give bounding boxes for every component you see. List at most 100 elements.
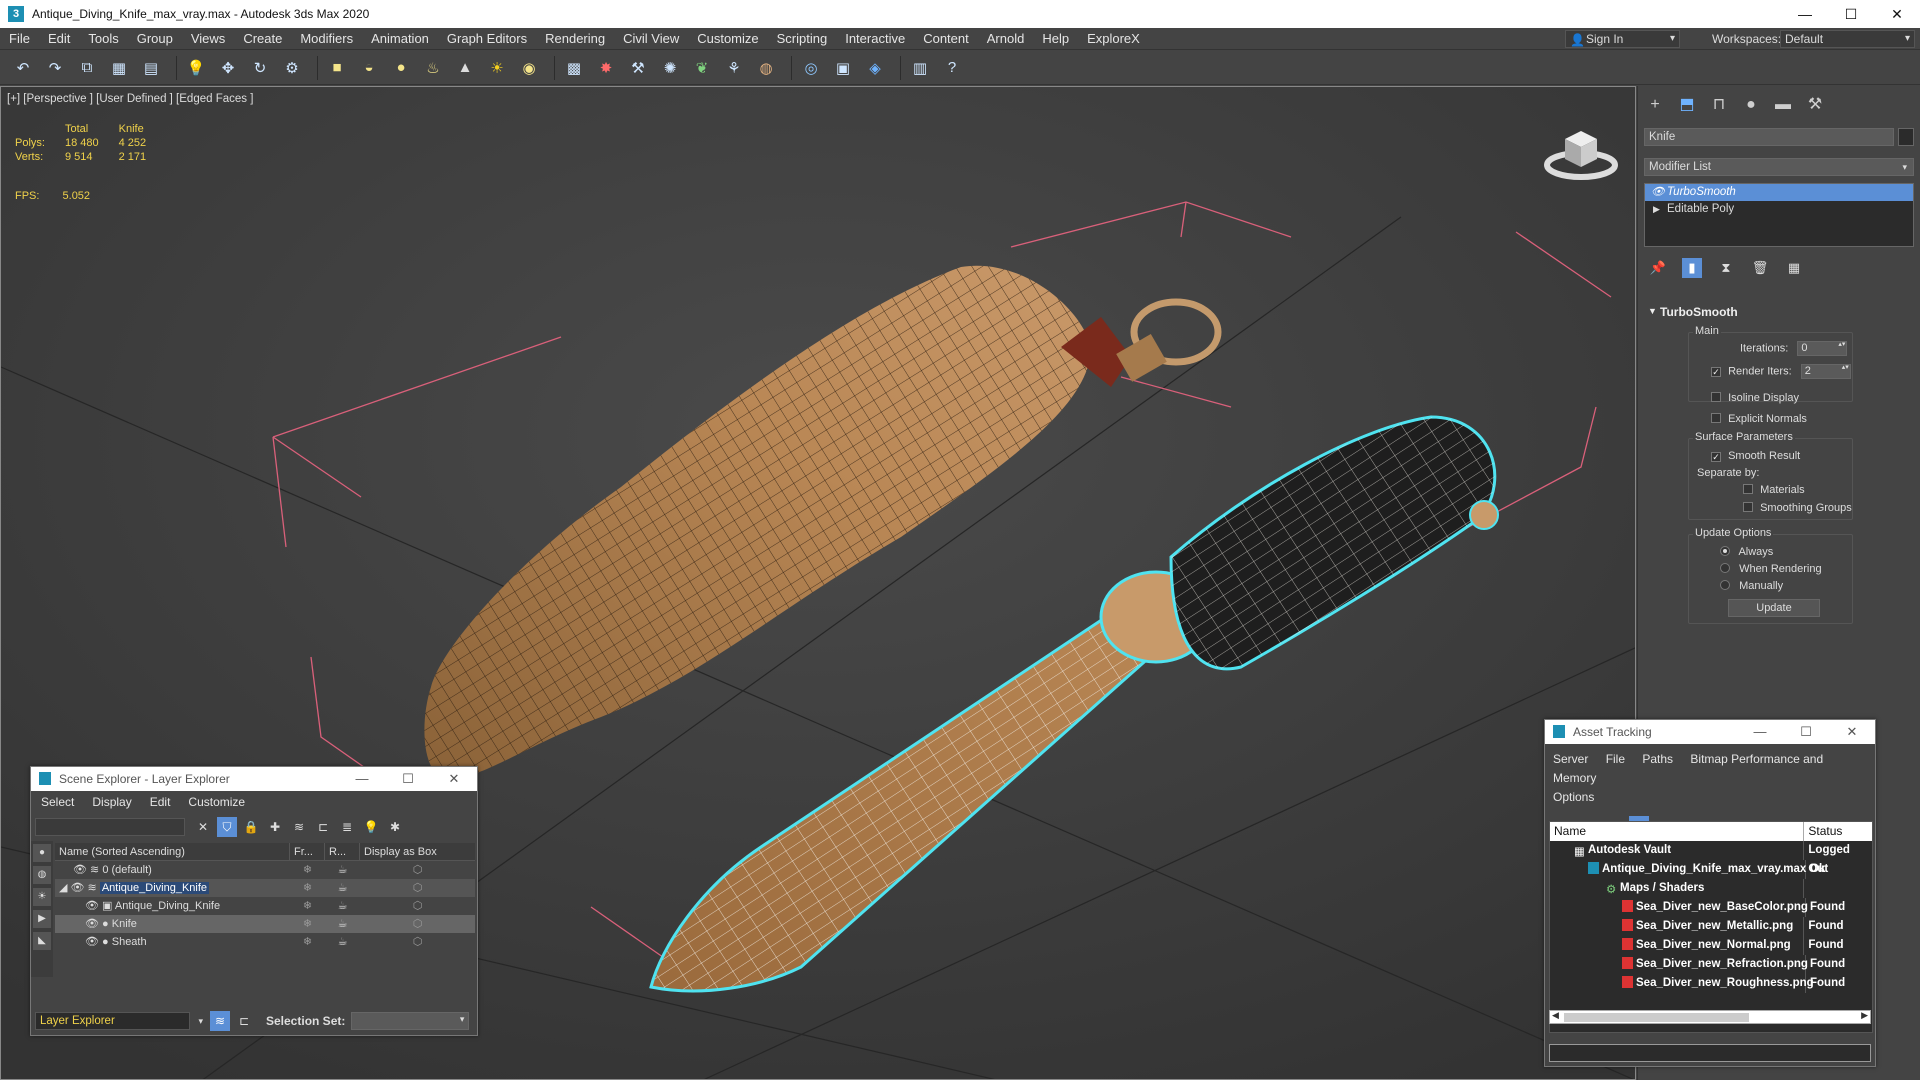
table-row[interactable]: ▦ Autodesk Vault Logged Out	[1550, 841, 1872, 875]
scroll-right-icon[interactable]: ▶	[1861, 1010, 1868, 1021]
table-row[interactable]: Sea_Diver_new_Roughness.png Found	[1550, 974, 1872, 993]
light-filter-icon[interactable]: 💡	[361, 817, 381, 837]
scale-icon[interactable]: ⚙	[279, 55, 305, 81]
freeze-icon[interactable]: ❄	[290, 933, 325, 951]
isoline-display-row[interactable]: Isoline Display	[1711, 392, 1799, 404]
light-icon[interactable]: ◉	[516, 55, 542, 81]
col-display-as-box[interactable]: Display as Box	[360, 843, 475, 860]
maximize-button[interactable]: ☐	[385, 767, 431, 791]
configure-sets-icon[interactable]: ▦	[1784, 258, 1804, 278]
box-icon[interactable]: ⬡	[360, 861, 475, 879]
render-icon[interactable]: ☕	[325, 915, 360, 933]
sign-in-dropdown[interactable]: 👤 Sign In ▾	[1565, 30, 1680, 48]
redo-icon[interactable]: ↷	[42, 55, 68, 81]
close-button[interactable]: ✕	[1874, 0, 1920, 28]
menu-customize[interactable]: Customize	[188, 795, 245, 809]
menu-options[interactable]: Options	[1553, 790, 1594, 804]
menu-display[interactable]: Display	[92, 795, 131, 809]
freeze-icon[interactable]: ❄	[290, 897, 325, 915]
eye-icon[interactable]: 👁	[1651, 184, 1665, 201]
menu-file[interactable]: File	[0, 31, 39, 46]
search-input[interactable]	[35, 818, 185, 836]
scene-explorer-titlebar[interactable]: Scene Explorer - Layer Explorer — ☐ ✕	[31, 767, 477, 791]
display-shapes-icon[interactable]: ◍	[33, 866, 51, 884]
when-rendering-row[interactable]: When Rendering	[1720, 563, 1822, 575]
explorer-type-dropdown[interactable]: Layer Explorer ▾	[35, 1012, 203, 1030]
cone-icon[interactable]: ▲	[452, 55, 478, 81]
table-row[interactable]: Antique_Diving_Knife_max_vray.max Ok	[1550, 860, 1872, 879]
menu-tools[interactable]: Tools	[79, 31, 127, 46]
table-row[interactable]: 👁 ● Sheath ❄ ☕ ⬡	[55, 933, 475, 951]
maximize-button[interactable]: ☐	[1783, 720, 1829, 744]
render-icon[interactable]: ◈	[862, 55, 888, 81]
make-unique-icon[interactable]: ⧗	[1716, 258, 1736, 278]
minimize-button[interactable]: —	[339, 767, 385, 791]
teapot-icon[interactable]: ♨	[420, 55, 446, 81]
display-helpers-icon[interactable]: ◣	[33, 932, 51, 950]
scroll-left-icon[interactable]: ◀	[1552, 1010, 1559, 1021]
menu-civil-view[interactable]: Civil View	[614, 31, 688, 46]
explicit-normals-row[interactable]: Explicit Normals	[1711, 413, 1807, 425]
table-row[interactable]: ◢ 👁 ≋ Antique_Diving_Knife ❄ ☕ ⬡	[55, 879, 475, 897]
close-button[interactable]: ✕	[1829, 720, 1875, 744]
always-row[interactable]: Always	[1720, 546, 1773, 558]
expand-arrow-icon[interactable]: ▶	[1653, 201, 1660, 218]
iterations-spinner[interactable]: 0	[1797, 341, 1848, 356]
display-cameras-icon[interactable]: ▶	[33, 910, 51, 928]
asset-tracking-titlebar[interactable]: Asset Tracking — ☐ ✕	[1545, 720, 1875, 744]
box-icon[interactable]: ■	[324, 55, 350, 81]
minimize-button[interactable]: —	[1737, 720, 1783, 744]
stack-icon[interactable]: ≣	[337, 817, 357, 837]
box-icon[interactable]: ⬡	[360, 933, 475, 951]
expand-arrow-icon[interactable]: ◢	[59, 882, 67, 894]
box-icon[interactable]: ⬡	[360, 879, 475, 897]
col-name[interactable]: Name	[1550, 822, 1805, 841]
menu-arnold[interactable]: Arnold	[978, 31, 1034, 46]
freeze-icon[interactable]: ❄	[290, 879, 325, 897]
unlink-icon[interactable]: ▦	[106, 55, 132, 81]
col-freeze[interactable]: Fr...	[290, 843, 325, 860]
sort-by-hierarchy-icon[interactable]: ⊏	[234, 1011, 254, 1031]
eye-icon[interactable]: 👁 ≋	[71, 882, 97, 894]
manually-radio[interactable]	[1720, 580, 1730, 590]
menu-server[interactable]: Server	[1553, 752, 1588, 766]
hair-icon[interactable]: ❦	[689, 55, 715, 81]
box-icon[interactable]: ⬡	[360, 915, 475, 933]
undo-icon[interactable]: ↶	[10, 55, 36, 81]
menu-modifiers[interactable]: Modifiers	[291, 31, 362, 46]
menu-explorex[interactable]: ExploreX	[1078, 31, 1149, 46]
menu-help[interactable]: Help	[1033, 31, 1078, 46]
object-name-field[interactable]: Knife	[1644, 128, 1894, 146]
smooth-result-row[interactable]: ✓ Smooth Result	[1711, 450, 1800, 462]
menu-interactive[interactable]: Interactive	[836, 31, 914, 46]
render-frame-icon[interactable]: ▣	[830, 55, 856, 81]
display-geometry-icon[interactable]: ●	[33, 844, 51, 862]
col-render[interactable]: R...	[325, 843, 360, 860]
menu-create[interactable]: Create	[234, 31, 291, 46]
stack-item-editable-poly[interactable]: ▶ Editable Poly	[1645, 201, 1913, 218]
bind-icon[interactable]: ▤	[138, 55, 164, 81]
freeze-icon[interactable]: ❄	[290, 915, 325, 933]
create-tab-icon[interactable]: +	[1644, 94, 1666, 116]
viewcube-icon[interactable]	[1541, 117, 1621, 187]
smoothing-groups-checkbox[interactable]	[1743, 502, 1753, 512]
table-row[interactable]: Sea_Diver_new_BaseColor.png Found	[1550, 898, 1872, 917]
menu-select[interactable]: Select	[41, 795, 74, 809]
box-icon[interactable]: ⬡	[360, 897, 475, 915]
viewport-label[interactable]: [+] [Perspective ] [User Defined ] [Edge…	[7, 93, 253, 105]
grid-icon[interactable]: ▩	[561, 55, 587, 81]
clear-search-icon[interactable]: ✕	[193, 817, 213, 837]
sun-icon[interactable]: ☀	[484, 55, 510, 81]
lock-icon[interactable]: 🔒	[241, 817, 261, 837]
always-radio[interactable]	[1720, 546, 1730, 556]
menu-content[interactable]: Content	[914, 31, 978, 46]
col-status[interactable]: Status	[1804, 822, 1872, 841]
render-iters-checkbox[interactable]: ✓	[1711, 367, 1721, 378]
workspace-dropdown[interactable]: Default ▾	[1780, 30, 1915, 48]
eye-icon[interactable]: 👁 ▣	[85, 900, 112, 912]
update-button[interactable]: Update	[1728, 599, 1820, 617]
fur-icon[interactable]: ⚘	[721, 55, 747, 81]
menu-graph-editors[interactable]: Graph Editors	[438, 31, 536, 46]
menu-edit[interactable]: Edit	[39, 31, 79, 46]
horizontal-scrollbar[interactable]: ◀ ▶	[1549, 1010, 1871, 1024]
